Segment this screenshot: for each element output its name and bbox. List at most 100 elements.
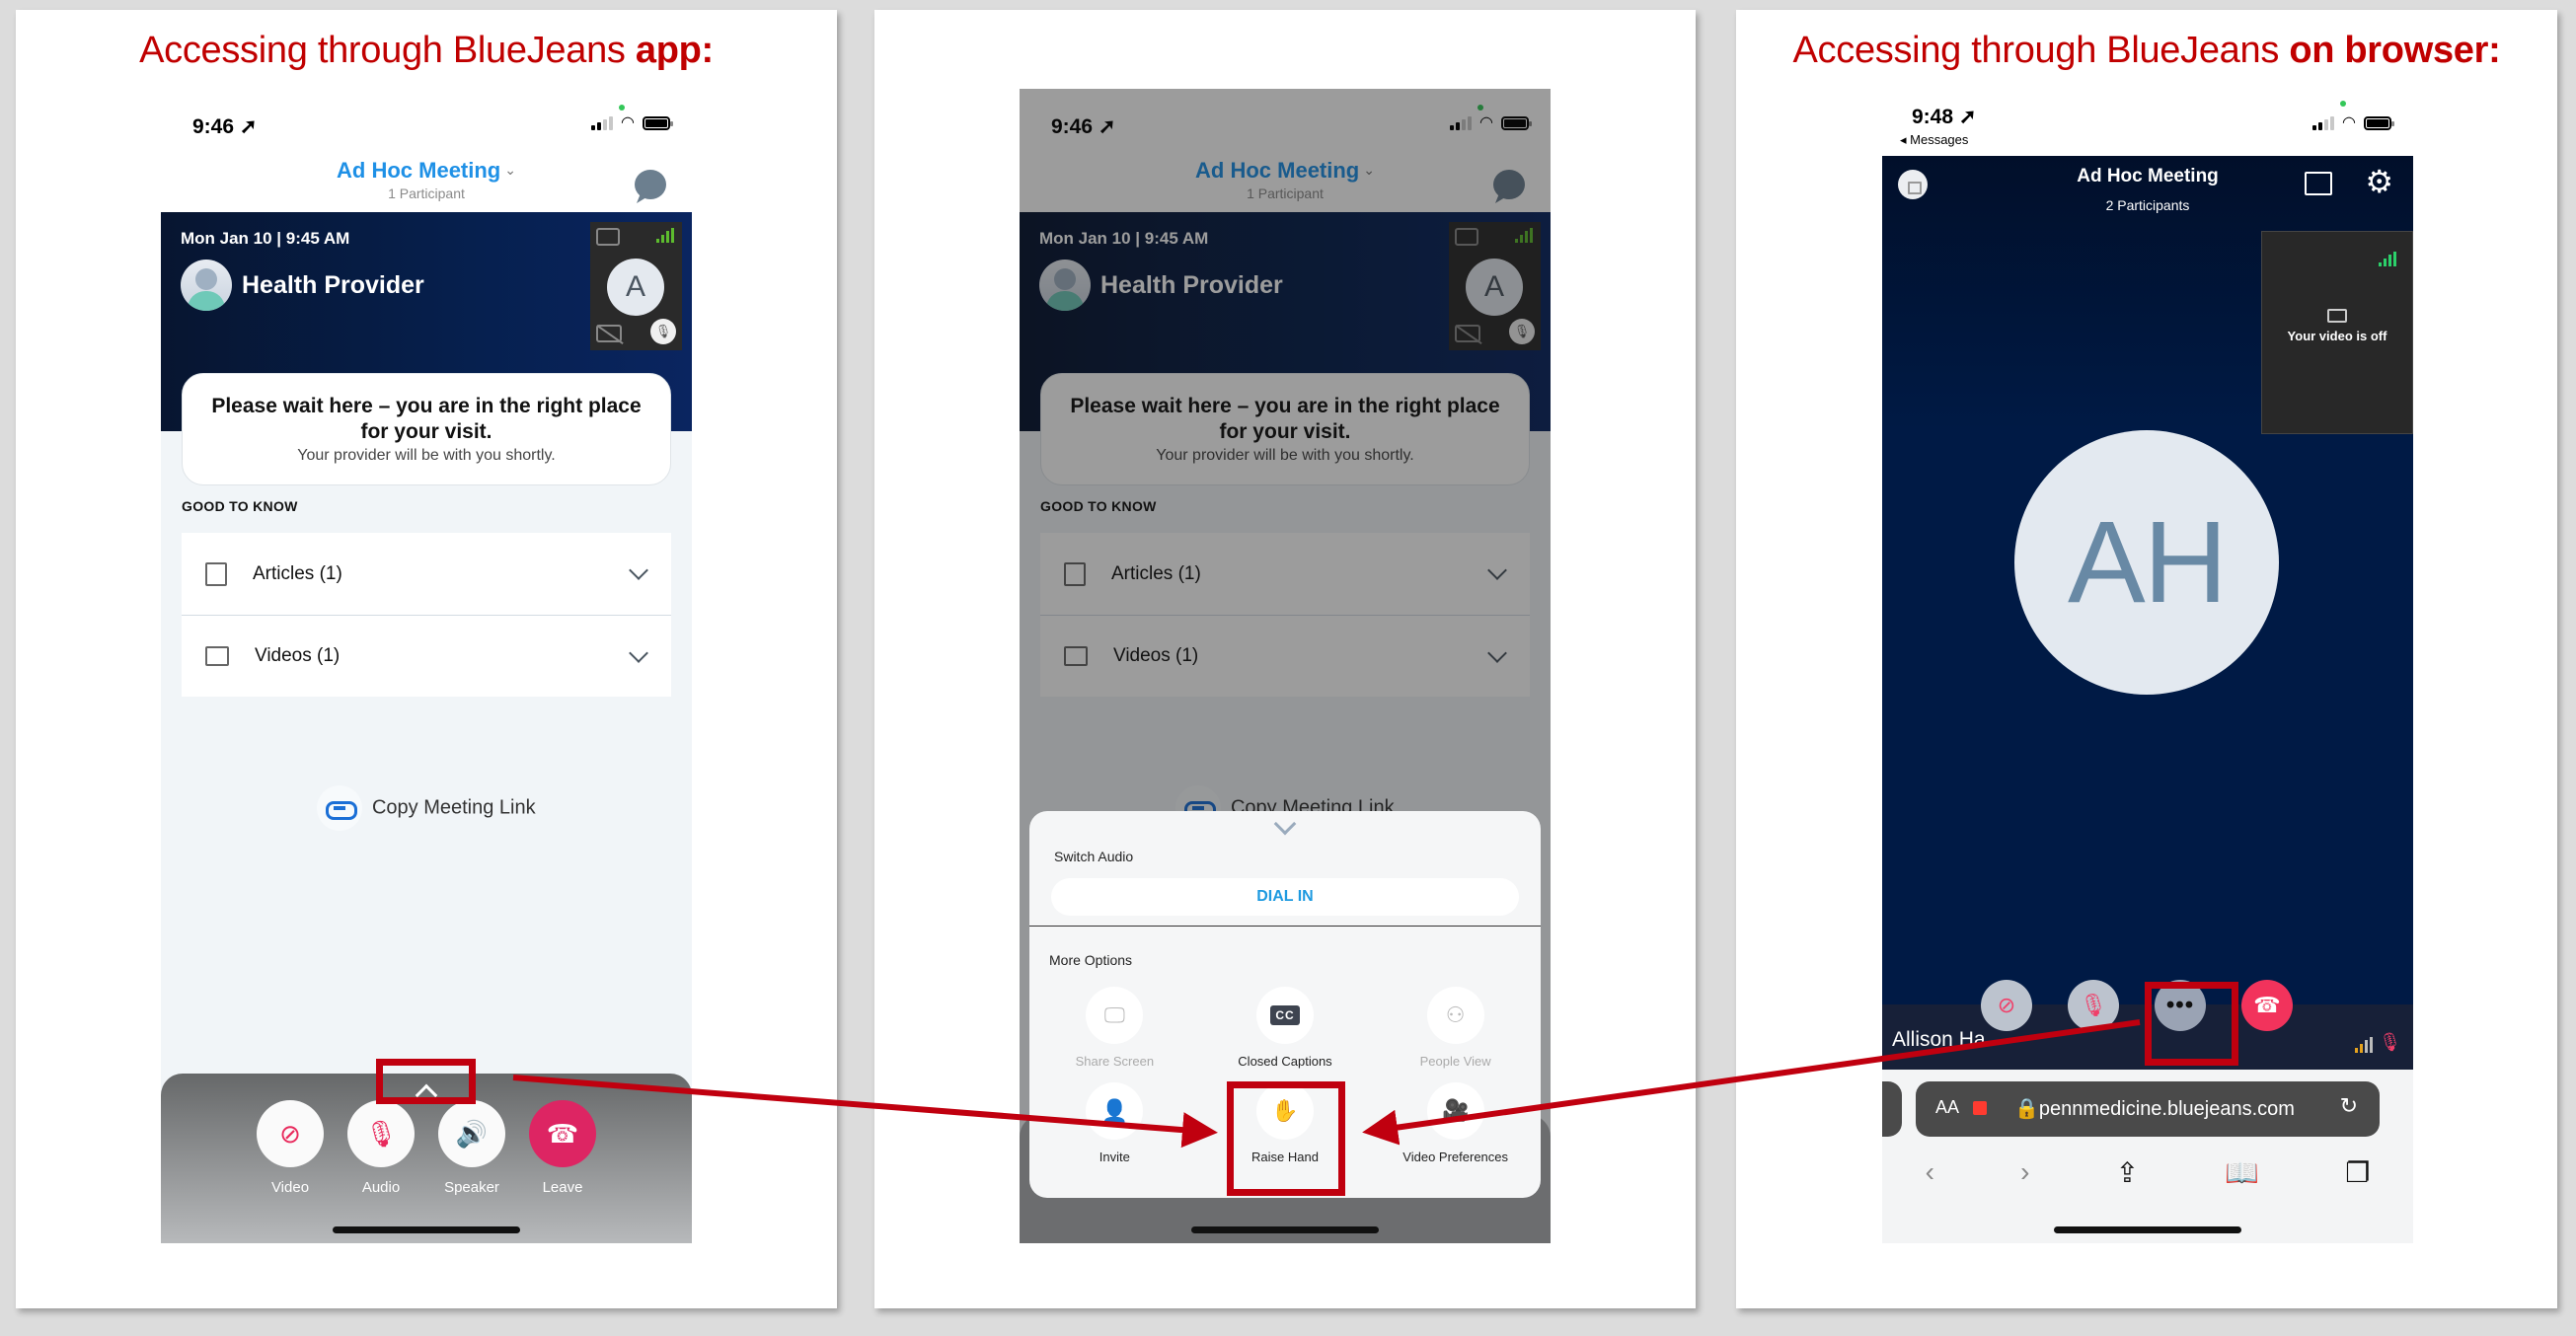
closed-captions-icon: CC: [1255, 987, 1314, 1044]
video-off-message: Your video is off: [2287, 329, 2387, 343]
wait-subtitle: Your provider will be with you shortly.: [297, 447, 556, 464]
good-to-know-list: Articles (1) Videos (1): [182, 533, 671, 697]
signal-strength-icon: [656, 228, 674, 243]
participant-name: Allison Ha: [1892, 1028, 1986, 1051]
dial-in-button[interactable]: DIAL IN: [1051, 878, 1519, 916]
video-toggle-button[interactable]: ⊘ Video: [257, 1100, 324, 1196]
address-bar[interactable]: AA 🔒pennmedicine.bluejeans.com ↻: [1916, 1081, 2380, 1137]
status-time: 9:46 ➚: [192, 115, 258, 138]
meeting-title[interactable]: Ad Hoc Meeting: [337, 158, 500, 184]
article-icon: [205, 561, 227, 586]
video-preferences-icon: 🎥: [1426, 1082, 1484, 1140]
share-icon[interactable]: ⇪: [2116, 1156, 2139, 1189]
cc-glyph: CC: [1270, 1005, 1300, 1025]
video-off-icon[interactable]: ⊘: [1981, 980, 2032, 1031]
share-screen-option[interactable]: 🖵 Share Screen: [1029, 987, 1200, 1069]
participant-avatar: AH: [2014, 430, 2279, 695]
good-to-know-label: GOOD TO KNOW: [182, 498, 298, 514]
copy-meeting-link-button[interactable]: Copy Meeting Link: [161, 785, 692, 831]
forward-icon[interactable]: ›: [2020, 1156, 2029, 1189]
phone-screen-app-menu: 9:46 ➚ ◠ Ad Hoc Meeting ⌄ 1 Participant M…: [1020, 89, 1551, 1243]
wifi-icon: ◠: [621, 114, 635, 131]
more-options-label: More Options: [1049, 952, 1133, 968]
video-off-icon: ⊘: [257, 1100, 324, 1167]
home-indicator: [333, 1226, 520, 1233]
share-screen-icon: 🖵: [1086, 987, 1144, 1044]
hang-up-icon: ☎: [529, 1100, 596, 1167]
accordion-label: Videos (1): [255, 645, 341, 666]
people-view-option[interactable]: ⚇ People View: [1370, 987, 1541, 1069]
camera-indicator-dot: [619, 105, 625, 111]
mic-off-icon: 🎙: [347, 1100, 415, 1167]
network-and-mic-status: 🎙: [2355, 1032, 2401, 1053]
meeting-view: Ad Hoc Meeting 2 Participants ⚙ Your vid…: [1882, 156, 2413, 1070]
url-text[interactable]: 🔒pennmedicine.bluejeans.com: [2014, 1096, 2295, 1121]
back-to-messages-link[interactable]: ◂ Messages: [1900, 132, 1968, 148]
speaker-button[interactable]: 🔊 Speaker: [438, 1100, 505, 1196]
accordion-videos[interactable]: Videos (1): [182, 615, 671, 697]
settings-gear-icon[interactable]: ⚙: [2365, 166, 2393, 197]
meeting-header[interactable]: Ad Hoc Meeting ⌄ 1 Participant: [161, 158, 692, 213]
video-preferences-option[interactable]: 🎥 Video Preferences: [1370, 1082, 1541, 1164]
mic-off-icon[interactable]: 🎙: [2068, 980, 2119, 1031]
wifi-icon: ◠: [2342, 114, 2356, 131]
chat-icon[interactable]: [2305, 172, 2332, 195]
chevron-down-icon[interactable]: ⌄: [504, 162, 516, 178]
leave-button[interactable]: ☎ Leave: [529, 1100, 596, 1196]
reader-text-size-button[interactable]: AA: [1935, 1097, 1959, 1118]
battery-icon: [643, 116, 673, 130]
copy-meeting-link-label: Copy Meeting Link: [371, 796, 536, 819]
meeting-controls: ⊘ 🎙 ••• ☎: [1981, 980, 2293, 1031]
provider-avatar: [181, 260, 232, 311]
previous-tab-stub[interactable]: [1882, 1081, 1902, 1137]
phone-screen-browser: 9:48 ➚ ◂ Messages ◠ Ad Hoc Meeting 2 Par…: [1882, 89, 2413, 1243]
highlight-more-options: [2145, 982, 2238, 1066]
option-label: Invite: [1099, 1150, 1130, 1164]
reload-icon[interactable]: ↻: [2340, 1093, 2358, 1119]
option-label: People View: [1419, 1054, 1491, 1069]
accordion-articles[interactable]: Articles (1): [182, 533, 671, 615]
link-icon: [317, 785, 363, 831]
meeting-title: Ad Hoc Meeting: [2077, 166, 2219, 186]
hang-up-icon[interactable]: ☎: [2241, 980, 2293, 1031]
highlight-expand-chevron: [376, 1059, 476, 1104]
battery-icon: [2364, 116, 2394, 130]
control-label: Audio: [361, 1179, 401, 1196]
self-view-thumbnail[interactable]: A 🎙: [590, 222, 682, 350]
signal-strength-icon: [2379, 252, 2396, 266]
status-bar: 9:46 ➚ ◠: [161, 89, 692, 168]
audio-toggle-button[interactable]: 🎙 Audio: [347, 1100, 415, 1196]
participant-count[interactable]: 2 Participants: [1882, 197, 2413, 213]
slide-browser: Accessing through BlueJeans on browser: …: [1736, 10, 2557, 1308]
chevron-down-icon[interactable]: [629, 643, 648, 663]
option-label: Share Screen: [1075, 1054, 1155, 1069]
tabs-icon[interactable]: ❐: [2345, 1156, 2370, 1189]
cellular-signal-icon: [591, 116, 614, 130]
closed-captions-option[interactable]: CC Closed Captions: [1200, 987, 1371, 1069]
control-label: Leave: [542, 1179, 583, 1196]
slide-heading: Accessing through BlueJeans on browser:: [1792, 30, 2501, 71]
camera-settings-icon[interactable]: [596, 228, 620, 246]
browser-toolbar: ‹ › ⇪ 📖 ❐: [1882, 1156, 2413, 1189]
self-view-tile: Your video is off: [2261, 231, 2413, 434]
appointment-datetime: Mon Jan 10 | 9:45 AM: [181, 229, 350, 248]
slide-app: Accessing through BlueJeans app: 9:46 ➚ …: [16, 10, 837, 1308]
people-view-icon: ⚇: [1426, 987, 1484, 1044]
control-label: Speaker: [444, 1179, 499, 1196]
wait-message-card: Please wait here – you are in the right …: [182, 373, 671, 485]
slide-heading: Accessing through BlueJeans app:: [139, 30, 714, 71]
back-icon[interactable]: ‹: [1926, 1156, 1934, 1189]
collapse-chevron-icon[interactable]: [1273, 812, 1297, 836]
accordion-label: Articles (1): [253, 562, 342, 584]
camera-off-icon: [2327, 309, 2347, 323]
chat-icon[interactable]: [635, 170, 666, 199]
cellular-signal-icon: [2312, 116, 2335, 130]
speaker-icon: 🔊: [438, 1100, 505, 1167]
mic-muted-icon: 🎙: [650, 319, 676, 344]
chevron-down-icon[interactable]: [629, 560, 648, 580]
wait-title: Please wait here – you are in the right …: [211, 395, 642, 443]
option-label: Video Preferences: [1402, 1150, 1509, 1164]
invite-option[interactable]: 👤 Invite: [1029, 1082, 1200, 1164]
mic-muted-icon: 🎙: [2379, 1032, 2401, 1052]
bookmarks-icon[interactable]: 📖: [2225, 1156, 2259, 1189]
